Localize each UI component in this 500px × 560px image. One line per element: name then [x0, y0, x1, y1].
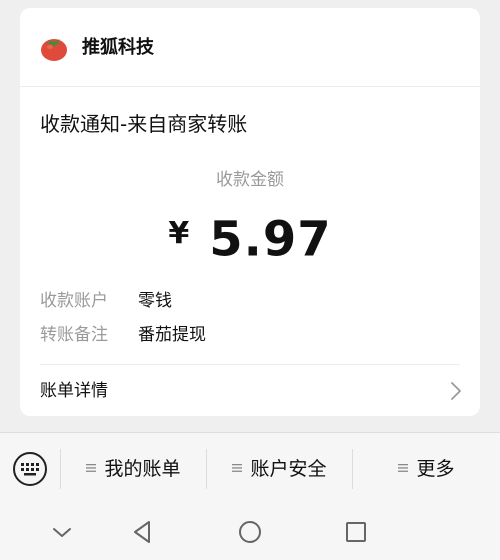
card-header[interactable]: 推狐科技: [20, 8, 480, 86]
menu-item-label: 更多: [416, 458, 455, 480]
back-triangle-icon[interactable]: [128, 518, 156, 546]
notice-title: 收款通知-来自商家转账: [40, 112, 248, 136]
detail-value: 番茄提现: [138, 325, 206, 345]
recents-square-icon[interactable]: [342, 518, 370, 546]
detail-value: 零钱: [138, 291, 172, 311]
bill-detail-link[interactable]: 账单详情: [20, 365, 480, 416]
amount-label: 收款金额: [216, 170, 284, 190]
detail-label: 转账备注: [40, 325, 108, 345]
menu-item-label: 账户安全: [250, 458, 327, 480]
menu-item-account-security[interactable]: 账户安全: [207, 433, 352, 505]
system-nav-bar: [0, 504, 500, 560]
notification-card: 推狐科技 收款通知-来自商家转账 收款金额 ¥5.97 收款账户 零钱 转账备注…: [20, 8, 480, 416]
menu-lines-icon: [232, 463, 243, 472]
amount-value: 5.97: [209, 211, 332, 268]
home-circle-icon[interactable]: [236, 518, 264, 546]
bill-detail-label: 账单详情: [40, 381, 108, 401]
menu-item-label: 我的账单: [104, 458, 181, 480]
bottom-menu-bar: 我的账单 账户安全 更多: [0, 432, 500, 505]
menu-item-my-bills[interactable]: 我的账单: [61, 433, 206, 505]
menu-item-more[interactable]: 更多: [353, 433, 500, 505]
tomato-icon: [41, 39, 67, 61]
keyboard-icon[interactable]: [12, 451, 48, 487]
menu-lines-icon: [398, 463, 409, 472]
menu-lines-icon: [86, 463, 97, 472]
detail-label: 收款账户: [40, 291, 108, 311]
detail-row-remark: 转账备注 番茄提现: [40, 322, 460, 348]
currency-symbol: ¥: [168, 215, 190, 251]
brand-name: 推狐科技: [82, 37, 154, 58]
header-divider: [20, 86, 480, 87]
detail-row-account: 收款账户 零钱: [40, 288, 460, 314]
chevron-down-icon[interactable]: [48, 518, 76, 546]
amount-row: ¥5.97: [20, 204, 480, 274]
chevron-right-icon: [451, 382, 461, 400]
